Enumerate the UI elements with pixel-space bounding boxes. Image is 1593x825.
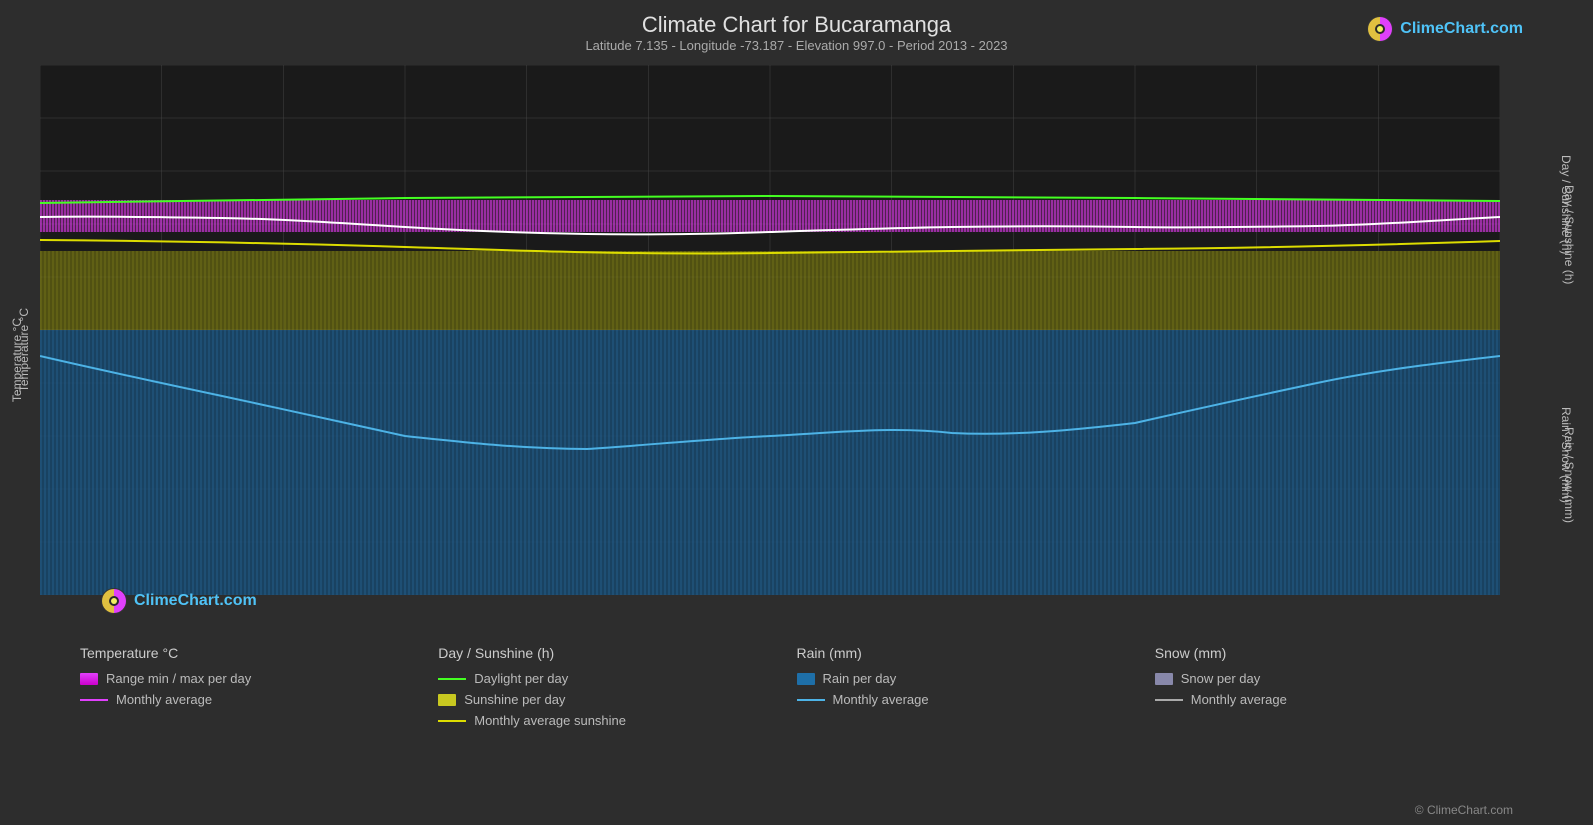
watermark-bottom-left: ClimeChart.com: [100, 587, 257, 615]
main-title: Climate Chart for Bucaramanga: [0, 12, 1593, 38]
y-label-left-container: Temperature °C: [8, 115, 26, 605]
legend-title-rain: Rain (mm): [797, 645, 1155, 661]
main-container: Climate Chart for Bucaramanga Latitude 7…: [0, 0, 1593, 825]
title-area: Climate Chart for Bucaramanga Latitude 7…: [0, 0, 1593, 57]
temp-avg-line: [80, 699, 108, 701]
y-label-right-top-container: Day / Sunshine (h): [1557, 105, 1575, 305]
y-axis-right-bot-label: Rain / Snow (mm): [1559, 407, 1573, 503]
snow-day-swatch: [1155, 673, 1173, 685]
y-axis-right-top-label: Day / Sunshine (h): [1559, 155, 1573, 254]
legend-col-temperature: Temperature °C Range min / max per day M…: [80, 645, 438, 728]
legend-item-snow-day: Snow per day: [1155, 671, 1513, 686]
watermark-top: ClimeChart.com: [1366, 15, 1523, 43]
y-axis-left-label: Temperature °C: [10, 318, 24, 402]
y-label-right-bot-container: Rain / Snow (mm): [1557, 355, 1575, 555]
legend-col-rain: Rain (mm) Rain per day Monthly average: [797, 645, 1155, 728]
legend-col-sunshine: Day / Sunshine (h) Daylight per day Suns…: [438, 645, 796, 728]
legend-label-temp-range: Range min / max per day: [106, 671, 251, 686]
rain-avg-line: [797, 699, 825, 701]
watermark-bottom-text: ClimeChart.com: [134, 592, 257, 610]
rain-day-swatch: [797, 673, 815, 685]
subtitle: Latitude 7.135 - Longitude -73.187 - Ele…: [0, 38, 1593, 53]
main-chart-svg: 50 40 30 20 10 0 -10 -20 -30 -40 -50 24 …: [40, 65, 1500, 595]
legend-label-sunshine: Sunshine per day: [464, 692, 565, 707]
legend-item-temp-avg: Monthly average: [80, 692, 438, 707]
legend-title-temperature: Temperature °C: [80, 645, 438, 661]
climechart-icon-bottom: [100, 587, 128, 615]
legend-area: Temperature °C Range min / max per day M…: [0, 635, 1593, 738]
legend-label-rain-day: Rain per day: [823, 671, 897, 686]
legend-label-temp-avg: Monthly average: [116, 692, 212, 707]
chart-wrapper: Temperature °C Day / Sunshine (h) Rain /…: [0, 65, 1593, 635]
watermark-top-text: ClimeChart.com: [1400, 20, 1523, 38]
daylight-line: [438, 678, 466, 680]
temp-range-swatch: [80, 673, 98, 685]
legend-item-sunshine: Sunshine per day: [438, 692, 796, 707]
legend-title-snow: Snow (mm): [1155, 645, 1513, 661]
copyright: © ClimeChart.com: [1415, 803, 1513, 817]
legend-label-rain-avg: Monthly average: [833, 692, 929, 707]
sunshine-swatch: [438, 694, 456, 706]
snow-avg-line: [1155, 699, 1183, 701]
legend-label-snow-avg: Monthly average: [1191, 692, 1287, 707]
legend-item-rain-day: Rain per day: [797, 671, 1155, 686]
legend-item-sunshine-avg: Monthly average sunshine: [438, 713, 796, 728]
legend-item-temp-range: Range min / max per day: [80, 671, 438, 686]
legend-label-snow-day: Snow per day: [1181, 671, 1261, 686]
legend-item-rain-avg: Monthly average: [797, 692, 1155, 707]
sunshine-avg-line: [438, 720, 466, 722]
legend-label-daylight: Daylight per day: [474, 671, 568, 686]
legend-label-sunshine-avg: Monthly average sunshine: [474, 713, 626, 728]
legend-title-sunshine: Day / Sunshine (h): [438, 645, 796, 661]
legend-item-daylight: Daylight per day: [438, 671, 796, 686]
climechart-icon-top: [1366, 15, 1394, 43]
legend-item-snow-avg: Monthly average: [1155, 692, 1513, 707]
legend-col-snow: Snow (mm) Snow per day Monthly average: [1155, 645, 1513, 728]
